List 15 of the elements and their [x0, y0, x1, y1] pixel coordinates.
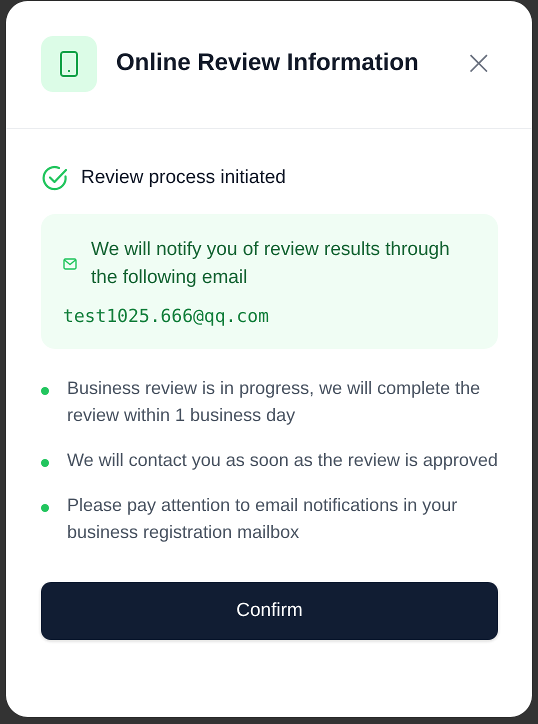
- notice-text: We will notify you of review results through the following email: [91, 238, 451, 290]
- dialog-title: Online Review Information: [116, 49, 419, 77]
- bullet-text: Please pay attention to email notifications in your business registration mailbox: [67, 494, 458, 544]
- phone-icon: [41, 36, 97, 92]
- bullet-dot: [41, 459, 49, 467]
- status-text: Review process initiated: [81, 167, 286, 189]
- close-button[interactable]: ×: [460, 49, 497, 77]
- bullet-text: We will contact you as soon as the review is approved: [67, 449, 498, 472]
- confirm-button[interactable]: Confirm: [41, 582, 498, 640]
- check-circle-icon: [41, 164, 69, 192]
- bullet-dot: [41, 504, 49, 512]
- email-address: test1025.666@qq.com: [63, 306, 270, 327]
- bullet-dot: [41, 387, 49, 395]
- bullet-text: Business review is in progress, we will complete the review within 1 business day: [67, 377, 482, 427]
- mail-icon: [63, 258, 77, 270]
